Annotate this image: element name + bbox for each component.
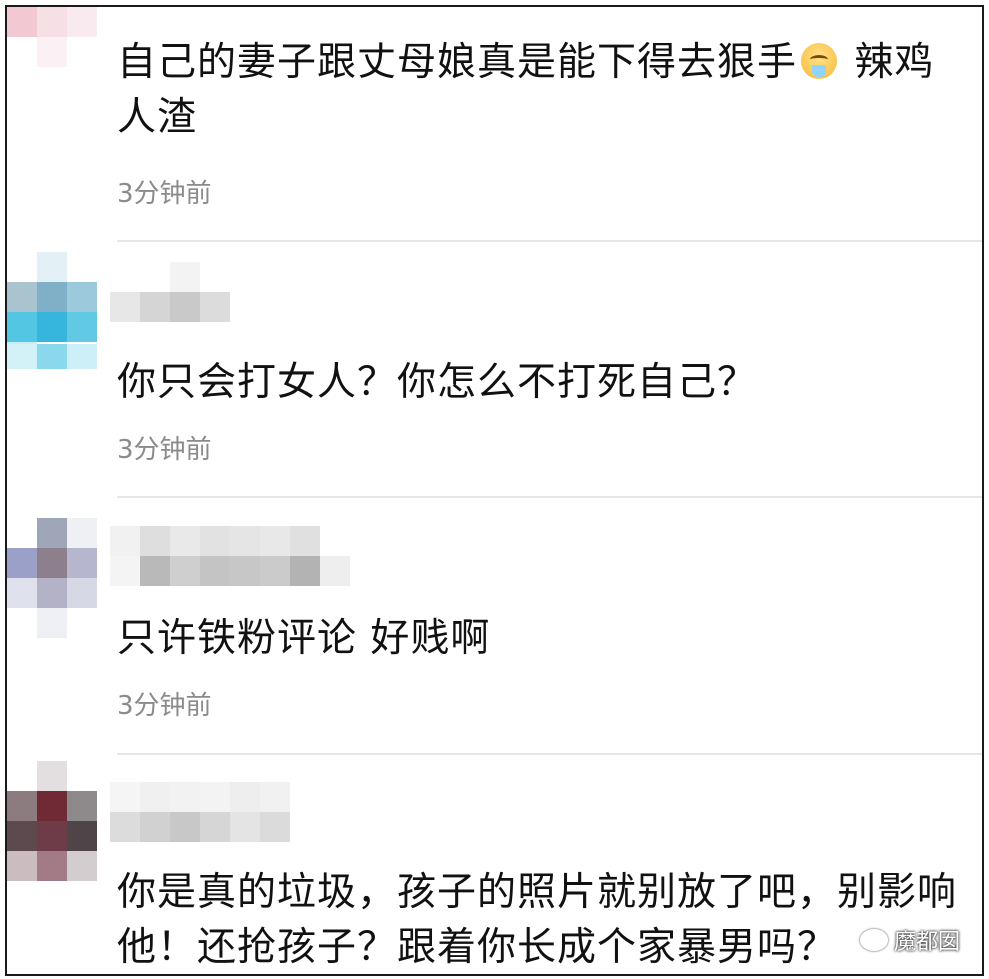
wechat-icon — [859, 929, 888, 951]
divider — [117, 240, 982, 242]
avatar[interactable] — [7, 761, 99, 881]
watermark-text: 魔都囡 — [893, 930, 960, 955]
comment-text: 只许铁粉评论 好贱啊 — [117, 616, 491, 661]
comment-time: 3分钟前 — [117, 691, 212, 721]
avatar[interactable] — [7, 518, 99, 638]
divider — [117, 753, 982, 755]
divider — [117, 496, 982, 498]
avatar[interactable] — [7, 7, 99, 67]
comment-text: 你只会打女人？你怎么不打死自己？ — [117, 360, 758, 405]
comment-text: 自己的妻子跟丈母娘真是能下得去狠手 辣鸡人渣 — [117, 40, 935, 140]
watermark: 魔都囡 — [859, 924, 960, 956]
hot-face-emoji-icon — [801, 43, 838, 79]
comment-time: 3分钟前 — [117, 435, 212, 465]
avatar[interactable] — [7, 252, 99, 344]
avatar-lower — [7, 344, 99, 436]
comment-feed: 自己的妻子跟丈母娘真是能下得去狠手 辣鸡人渣 3分钟前 你只会打女人？你怎么不打… — [5, 5, 984, 976]
comment-time: 3分钟前 — [117, 179, 212, 209]
comment-text: 你是真的垃圾，孩子的照片就别放了吧，别影响他！还抢孩子？跟着你长成个家暴男吗？ — [117, 870, 958, 970]
